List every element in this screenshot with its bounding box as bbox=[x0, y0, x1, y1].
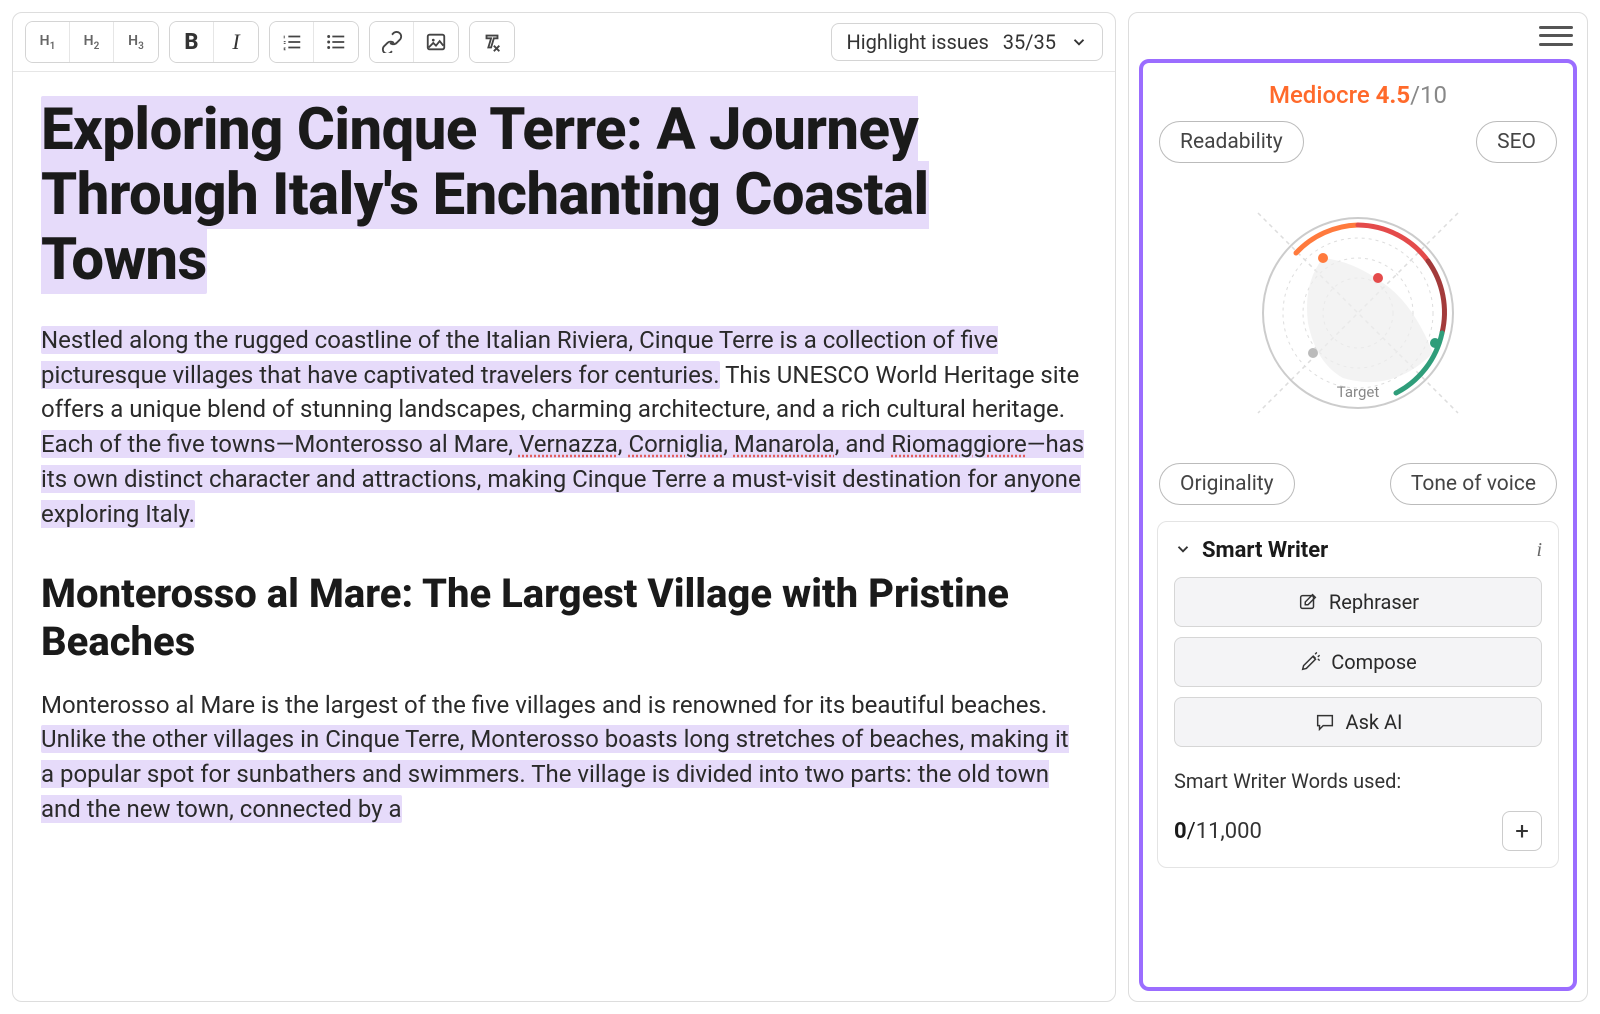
paragraph-1: Nestled along the rugged coastline of th… bbox=[41, 323, 1087, 532]
h-sub: 2 bbox=[94, 40, 100, 51]
rephraser-icon bbox=[1297, 591, 1319, 613]
quality-score: Mediocre 4.5/10 bbox=[1157, 81, 1559, 109]
highlight-label: Highlight issues bbox=[846, 30, 988, 54]
clear-group bbox=[469, 21, 515, 63]
smart-writer-section: Smart Writer i Rephraser Compose Ask AI … bbox=[1157, 521, 1559, 868]
document-content[interactable]: Exploring Cinque Terre: A Journey Throug… bbox=[13, 72, 1115, 867]
metric-row-bottom: Originality Tone of voice bbox=[1159, 463, 1557, 505]
metric-seo[interactable]: SEO bbox=[1476, 121, 1557, 163]
chevron-down-icon bbox=[1070, 33, 1088, 51]
sidebar-top bbox=[1129, 13, 1587, 53]
editor-pane: H1 H2 H3 B I bbox=[12, 12, 1116, 1002]
compose-icon bbox=[1299, 651, 1321, 673]
h-label: H bbox=[40, 33, 50, 49]
h3-button[interactable]: H3 bbox=[114, 22, 158, 62]
h-label: H bbox=[84, 33, 94, 49]
radar-svg bbox=[1228, 183, 1488, 443]
p1-hl-b: Each of the five towns—Monterosso al Mar… bbox=[41, 430, 1084, 528]
analysis-panel: Mediocre 4.5/10 Readability SEO bbox=[1139, 59, 1577, 991]
metric-row-top: Readability SEO bbox=[1159, 121, 1557, 163]
paragraph-2: Monterosso al Mare is the largest of the… bbox=[41, 688, 1087, 827]
format-group: B I bbox=[169, 21, 259, 63]
metric-originality[interactable]: Originality bbox=[1159, 463, 1295, 505]
metric-readability[interactable]: Readability bbox=[1159, 121, 1304, 163]
riomaggiore: Riomaggiore bbox=[891, 430, 1027, 458]
document-title: Exploring Cinque Terre: A Journey Throug… bbox=[41, 98, 1087, 293]
smart-writer-header[interactable]: Smart Writer i bbox=[1174, 538, 1542, 563]
link-button[interactable] bbox=[370, 22, 414, 62]
ask-ai-button[interactable]: Ask AI bbox=[1174, 697, 1542, 747]
unordered-list-icon bbox=[325, 31, 347, 53]
link-icon bbox=[381, 31, 403, 53]
usage-label: Smart Writer Words used: bbox=[1174, 769, 1542, 793]
h-sub: 3 bbox=[138, 40, 144, 51]
menu-button[interactable] bbox=[1539, 23, 1573, 49]
smart-writer-title: Smart Writer bbox=[1202, 538, 1526, 563]
editor-toolbar: H1 H2 H3 B I bbox=[13, 13, 1115, 72]
h-label: H bbox=[128, 33, 138, 49]
sidebar-pane: Mediocre 4.5/10 Readability SEO bbox=[1128, 12, 1588, 1002]
heading-group: H1 H2 H3 bbox=[25, 21, 159, 63]
list-group bbox=[269, 21, 359, 63]
bold-button[interactable]: B bbox=[170, 22, 214, 62]
rephraser-button[interactable]: Rephraser bbox=[1174, 577, 1542, 627]
usage-block: Smart Writer Words used: 0/11,000 + bbox=[1174, 769, 1542, 851]
score-max: /10 bbox=[1410, 81, 1447, 109]
s2: , bbox=[723, 430, 734, 458]
image-icon bbox=[425, 31, 447, 53]
usage-used: 0 bbox=[1174, 819, 1187, 844]
highlight-count: 35/35 bbox=[1003, 30, 1056, 54]
info-icon[interactable]: i bbox=[1536, 539, 1542, 562]
usage-limit: 11,000 bbox=[1196, 819, 1262, 844]
usage-sep: / bbox=[1187, 819, 1196, 844]
h1-button[interactable]: H1 bbox=[26, 22, 70, 62]
score-label: Mediocre bbox=[1269, 81, 1370, 109]
corniglia: Corniglia bbox=[628, 430, 723, 458]
heading-monterosso: Monterosso al Mare: The Largest Village … bbox=[41, 570, 1087, 666]
metric-tone[interactable]: Tone of voice bbox=[1390, 463, 1557, 505]
image-button[interactable] bbox=[414, 22, 458, 62]
chevron-down-icon bbox=[1174, 540, 1192, 562]
compose-button[interactable]: Compose bbox=[1174, 637, 1542, 687]
ordered-list-button[interactable] bbox=[270, 22, 314, 62]
compose-label: Compose bbox=[1331, 650, 1417, 674]
ask-ai-label: Ask AI bbox=[1346, 710, 1403, 734]
unordered-list-button[interactable] bbox=[314, 22, 358, 62]
chat-icon bbox=[1314, 711, 1336, 733]
ordered-list-icon bbox=[281, 31, 303, 53]
rephraser-label: Rephraser bbox=[1329, 590, 1419, 614]
mid: , and bbox=[835, 430, 891, 458]
h2-button[interactable]: H2 bbox=[70, 22, 114, 62]
usage-row: 0/11,000 + bbox=[1174, 811, 1542, 851]
score-value: 4.5 bbox=[1376, 81, 1411, 109]
italic-button[interactable]: I bbox=[214, 22, 258, 62]
title-text: Exploring Cinque Terre: A Journey Throug… bbox=[41, 96, 929, 294]
clear-format-button[interactable] bbox=[470, 22, 514, 62]
p2-hl: Unlike the other villages in Cinque Terr… bbox=[41, 725, 1069, 823]
target-label: Target bbox=[1337, 383, 1380, 401]
s1: , bbox=[618, 430, 629, 458]
h-sub: 1 bbox=[50, 40, 56, 51]
insert-group bbox=[369, 21, 459, 63]
vernazza: Vernazza bbox=[519, 430, 618, 458]
p1-pre: Each of the five towns—Monterosso al Mar… bbox=[41, 430, 519, 458]
p2-plain: Monterosso al Mare is the largest of the… bbox=[41, 691, 1047, 719]
manarola: Manarola bbox=[734, 430, 835, 458]
highlight-issues-dropdown[interactable]: Highlight issues 35/35 bbox=[831, 23, 1103, 61]
usage-text: 0/11,000 bbox=[1174, 819, 1262, 844]
clear-format-icon bbox=[481, 31, 503, 53]
radar-chart: Target bbox=[1157, 173, 1559, 453]
add-words-button[interactable]: + bbox=[1502, 811, 1542, 851]
